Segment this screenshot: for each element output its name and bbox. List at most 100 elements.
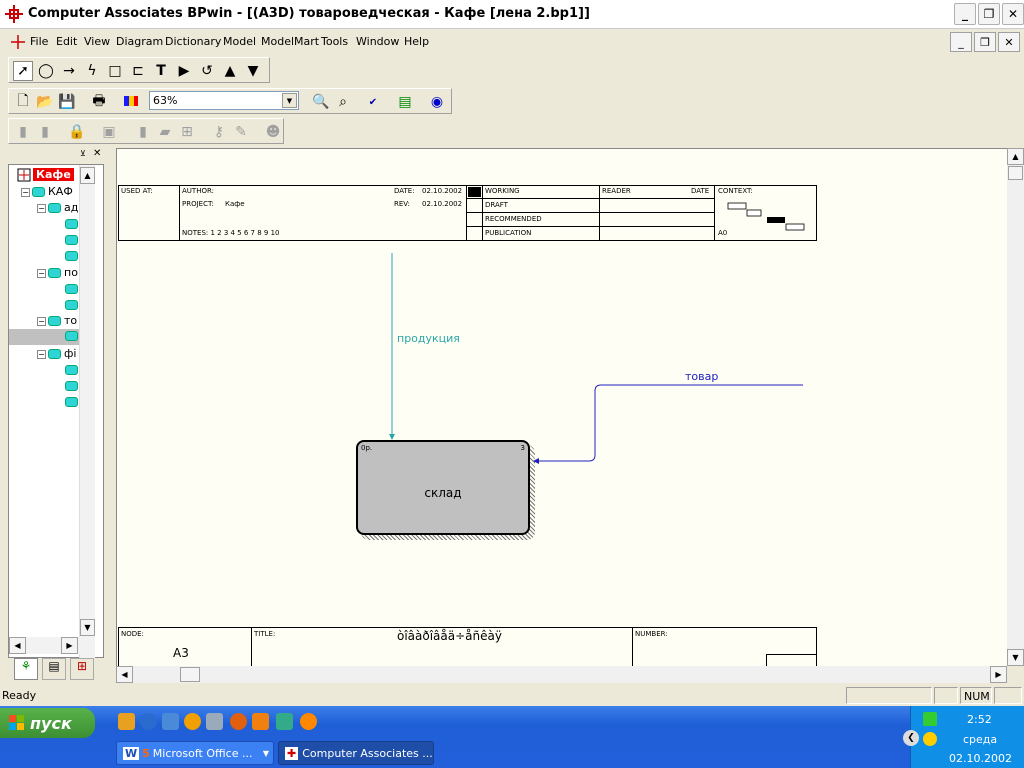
taskbar-item-bpwin[interactable]: ✚ Computer Associates ... xyxy=(278,741,434,765)
menu-modelmart[interactable]: ModelMart xyxy=(261,35,319,48)
ie-icon[interactable] xyxy=(140,713,157,730)
panel-dock-icon[interactable]: ⊻ xyxy=(80,149,90,159)
scroll-right-icon[interactable]: ▶ xyxy=(61,637,78,654)
node-label: NODE: xyxy=(121,630,144,638)
arrow-label-goods[interactable]: товар xyxy=(685,370,718,383)
objects-tab-icon[interactable]: ⊞ xyxy=(70,658,94,680)
arrow-label-production[interactable]: продукция xyxy=(397,332,460,345)
box-tool-icon[interactable]: □ xyxy=(105,61,125,81)
hscroll-thumb[interactable] xyxy=(180,667,200,682)
canvas-vscroll[interactable]: ▲ ▼ xyxy=(1007,148,1024,666)
navigator-icon[interactable]: ◉ xyxy=(427,92,447,112)
minimize-button[interactable]: _ xyxy=(954,3,976,25)
menu-edit[interactable]: Edit xyxy=(56,35,77,48)
menu-model[interactable]: Model xyxy=(223,35,256,48)
scroll-up-icon[interactable]: ▲ xyxy=(80,167,95,184)
vscroll-thumb[interactable] xyxy=(1008,166,1023,180)
diagrams-tab-icon[interactable]: ▤ xyxy=(42,658,66,680)
notepad-icon[interactable] xyxy=(206,713,223,730)
model-explorer-icon[interactable]: ▤ xyxy=(395,92,415,112)
undo-icon[interactable]: ↺ xyxy=(197,61,217,81)
menu-view[interactable]: View xyxy=(84,35,110,48)
go-child-icon[interactable]: ▶ xyxy=(174,61,194,81)
arrow-tool-icon[interactable]: → xyxy=(59,61,79,81)
media-player-icon[interactable] xyxy=(184,713,201,730)
cube-icon: ▣ xyxy=(102,124,116,140)
clock-time[interactable]: 2:52 xyxy=(967,713,992,726)
text-tool-icon[interactable]: T xyxy=(151,61,171,81)
drawing-toolbar: ➚ ◯ → ϟ □ ⊏ T ▶ ↺ ▲ ▼ xyxy=(8,57,270,83)
zoom-select[interactable]: 63% ▼ xyxy=(149,91,299,110)
num-label: NUM xyxy=(964,690,990,703)
menu-help[interactable]: Help xyxy=(404,35,429,48)
go-parent-icon[interactable]: ▲ xyxy=(220,61,240,81)
scroll-corner xyxy=(1007,666,1024,683)
spellcheck-icon[interactable]: ✔ xyxy=(363,92,383,112)
tree-vscroll[interactable]: ▲ ▼ xyxy=(79,165,95,659)
canvas-hscroll[interactable]: ◀ ▶ xyxy=(116,666,1007,683)
doc-minimize-button[interactable]: _ xyxy=(950,32,972,52)
task-count: 5 xyxy=(142,746,150,760)
scroll-up-icon[interactable]: ▲ xyxy=(1007,148,1024,165)
color-icon[interactable] xyxy=(121,92,141,112)
open-folder-icon[interactable]: 📂 xyxy=(35,92,55,112)
new-file-icon[interactable]: 🗋 xyxy=(13,92,33,112)
model-tree[interactable]: Кафе − КАФ − ад − по − то − фі ▲ ▼ ◀ ▶ xyxy=(8,164,104,659)
ellipse-tool-icon[interactable]: ◯ xyxy=(36,61,56,81)
status-text: Ready xyxy=(2,689,37,702)
diagram-canvas[interactable]: USED AT: AUTHOR: PROJECT: Кафе DATE: 02.… xyxy=(116,148,1007,666)
save-icon[interactable]: 💾 xyxy=(57,92,77,112)
tree-group-4[interactable]: − фі xyxy=(37,347,76,360)
go-down-icon[interactable]: ▼ xyxy=(243,61,263,81)
chevron-left-icon[interactable]: ❮ xyxy=(903,730,919,746)
quicklaunch-icon-1[interactable] xyxy=(118,713,135,730)
close-button[interactable]: ✕ xyxy=(1002,3,1024,25)
print-icon[interactable]: 🖶 xyxy=(89,92,109,112)
scroll-right-icon[interactable]: ▶ xyxy=(990,666,1007,683)
offpage-tool-icon[interactable]: ⊏ xyxy=(128,61,148,81)
chevron-down-icon[interactable]: ▼ xyxy=(282,93,297,108)
scroll-down-icon[interactable]: ▼ xyxy=(1007,649,1024,666)
document-menu-icon[interactable] xyxy=(10,34,26,50)
zoom-fit-icon[interactable]: ⌕ xyxy=(333,92,353,112)
menu-bar: File Edit View Diagram Dictionary Model … xyxy=(0,31,1024,53)
tree-root[interactable]: Кафе xyxy=(17,168,74,182)
mail-icon[interactable] xyxy=(300,713,317,730)
activity-box[interactable]: 0р. 3 склад xyxy=(356,440,530,535)
tree-group-1[interactable]: − ад xyxy=(37,201,78,214)
box-label: склад xyxy=(424,486,462,500)
menu-dictionary[interactable]: Dictionary xyxy=(165,35,221,48)
tree-group-2[interactable]: − по xyxy=(37,266,78,279)
restore-icon: ❐ xyxy=(983,7,995,21)
menu-window[interactable]: Window xyxy=(356,35,399,48)
tray-icon[interactable] xyxy=(923,732,937,746)
doc-restore-button[interactable]: ❐ xyxy=(974,32,996,52)
tree-group-3[interactable]: − то xyxy=(37,314,77,327)
tree-hscroll[interactable]: ◀ ▶ xyxy=(9,637,95,654)
system-tray: 2:52 ❮ среда 02.10.2002 xyxy=(903,706,1024,768)
panel-close-icon[interactable]: ✕ xyxy=(93,148,103,159)
outlook-icon[interactable] xyxy=(162,713,179,730)
status-pane xyxy=(934,687,958,704)
menu-file[interactable]: File xyxy=(30,35,48,48)
menu-diagram[interactable]: Diagram xyxy=(116,35,163,48)
scroll-left-icon[interactable]: ◀ xyxy=(9,637,26,654)
tree-selected-row[interactable] xyxy=(9,329,79,345)
scroll-left-icon[interactable]: ◀ xyxy=(116,666,133,683)
pointer-tool-icon[interactable]: ➚ xyxy=(13,61,33,81)
zoom-in-icon[interactable]: 🔍 xyxy=(311,92,331,112)
firefox-icon[interactable] xyxy=(230,713,247,730)
scroll-down-icon[interactable]: ▼ xyxy=(80,619,95,636)
app2-icon[interactable] xyxy=(276,713,293,730)
tray-icon[interactable] xyxy=(923,712,937,726)
taskbar-item-word[interactable]: W 5 Microsoft Office ... ▼ xyxy=(116,741,274,765)
app-icon[interactable] xyxy=(252,713,269,730)
menu-tools[interactable]: Tools xyxy=(321,35,348,48)
doc-close-button[interactable]: ✕ xyxy=(998,32,1020,52)
squiggle-tool-icon[interactable]: ϟ xyxy=(82,61,102,81)
restore-button[interactable]: ❐ xyxy=(978,3,1000,25)
tree-item-top[interactable]: − КАФ xyxy=(21,185,73,198)
activity-icon xyxy=(65,284,78,294)
activities-tab-icon[interactable]: ⚘ xyxy=(14,658,38,680)
start-button[interactable]: пуск xyxy=(0,708,95,738)
